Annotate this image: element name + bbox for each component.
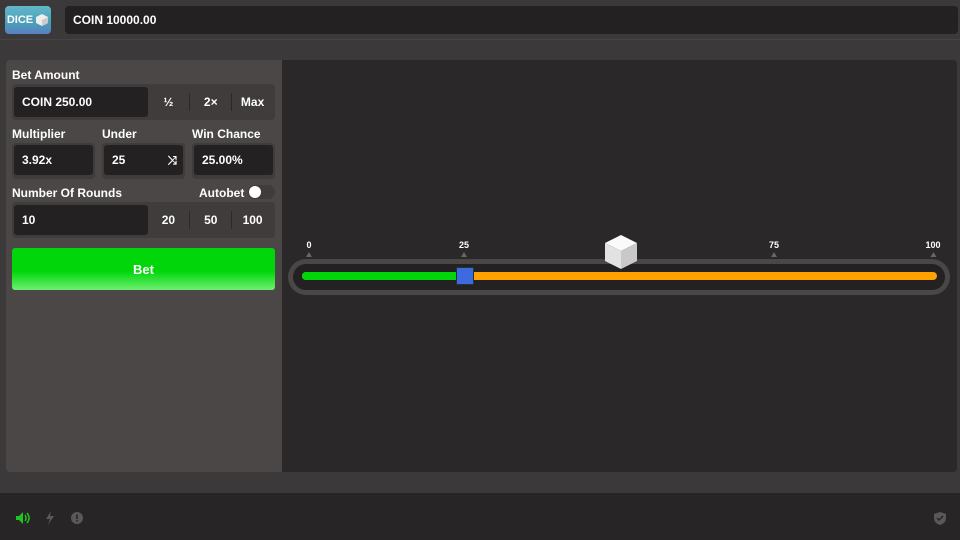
shield-check-icon[interactable] [934, 512, 946, 525]
info-icon[interactable] [71, 512, 83, 524]
sound-icon[interactable] [15, 511, 31, 525]
bet-button[interactable]: Bet [12, 248, 275, 290]
win-chance-label: Win Chance [192, 127, 261, 141]
under-group: 25 ⤨ [102, 143, 185, 179]
win-chance-group: 25.00% [192, 143, 275, 179]
multiplier-input[interactable]: 3.92x [14, 145, 93, 175]
under-label: Under [102, 127, 137, 141]
max-button[interactable]: Max [232, 86, 273, 118]
tick-100: 100 [925, 240, 941, 257]
logo-text: DICE [6, 14, 34, 26]
footer-bar [0, 493, 960, 540]
under-input[interactable]: 25 ⤨ [104, 145, 183, 175]
tick-25: 25 [459, 240, 469, 257]
multiplier-group: 3.92x [12, 143, 95, 179]
rounds-input[interactable]: 10 [14, 205, 148, 235]
multiplier-label: Multiplier [12, 127, 66, 141]
double-button[interactable]: 2× [190, 86, 231, 118]
rounds-20-button[interactable]: 20 [148, 204, 190, 236]
rounds-100-button[interactable]: 100 [232, 204, 273, 236]
balance-display: COIN 10000.00 [65, 6, 958, 34]
bet-amount-label: Bet Amount [12, 68, 80, 82]
bet-amount-group: COIN 250.00 ½ 2× Max [12, 84, 275, 120]
toggle-knob [249, 186, 261, 198]
tick-0: 0 [306, 240, 312, 257]
bet-amount-input[interactable]: COIN 250.00 [14, 87, 148, 117]
rounds-label: Number Of Rounds [12, 186, 122, 200]
win-chance-input[interactable]: 25.00% [194, 145, 273, 175]
under-value: 25 [112, 153, 126, 167]
slider-handle[interactable] [456, 267, 474, 285]
win-range [302, 272, 465, 280]
autobet-label: Autobet [199, 186, 245, 200]
cube-icon [36, 14, 49, 26]
dice-logo: DICE [5, 6, 51, 34]
rounds-50-button[interactable]: 50 [190, 204, 231, 236]
tick-75: 75 [769, 240, 779, 257]
shuffle-icon[interactable]: ⤨ [167, 153, 177, 168]
autobet-toggle[interactable] [248, 185, 275, 199]
lightning-icon[interactable] [45, 511, 55, 525]
result-cube-icon [605, 235, 637, 269]
rounds-group: 10 20 50 100 [12, 202, 275, 238]
half-button[interactable]: ½ [148, 86, 190, 118]
